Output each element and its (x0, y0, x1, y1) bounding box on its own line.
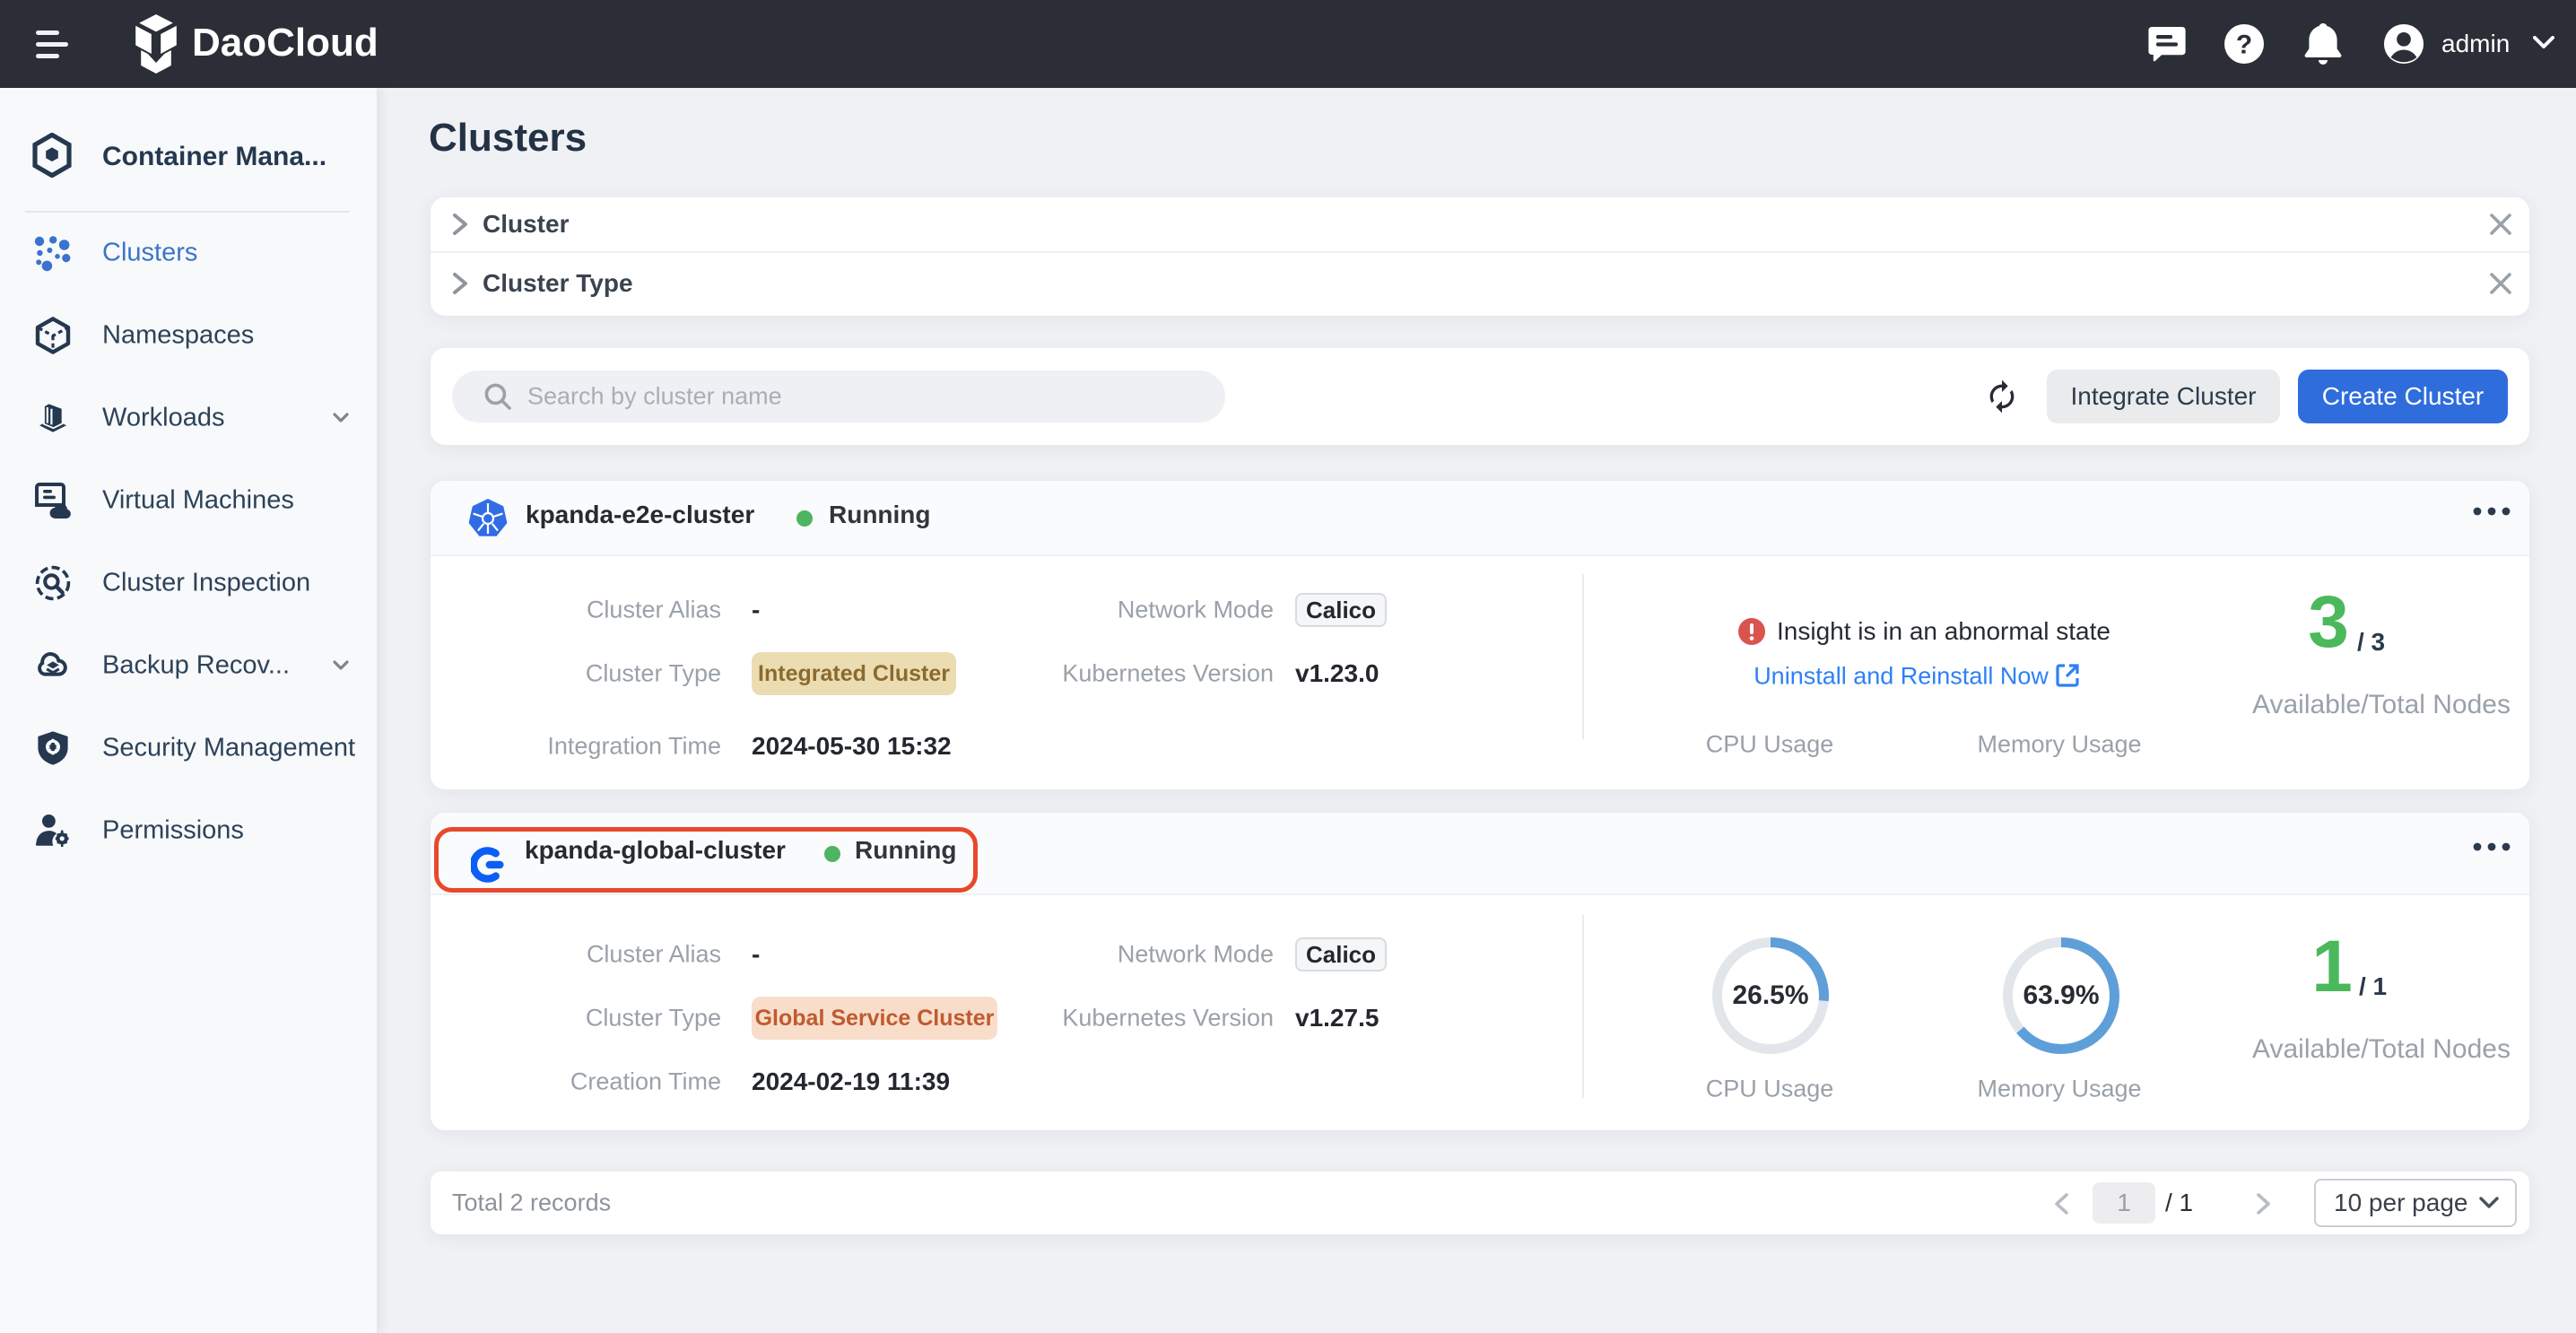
svg-text:?: ? (2236, 30, 2252, 60)
svg-text:63.9%: 63.9% (2023, 980, 2099, 1010)
svg-text:26.5%: 26.5% (1732, 980, 1808, 1010)
